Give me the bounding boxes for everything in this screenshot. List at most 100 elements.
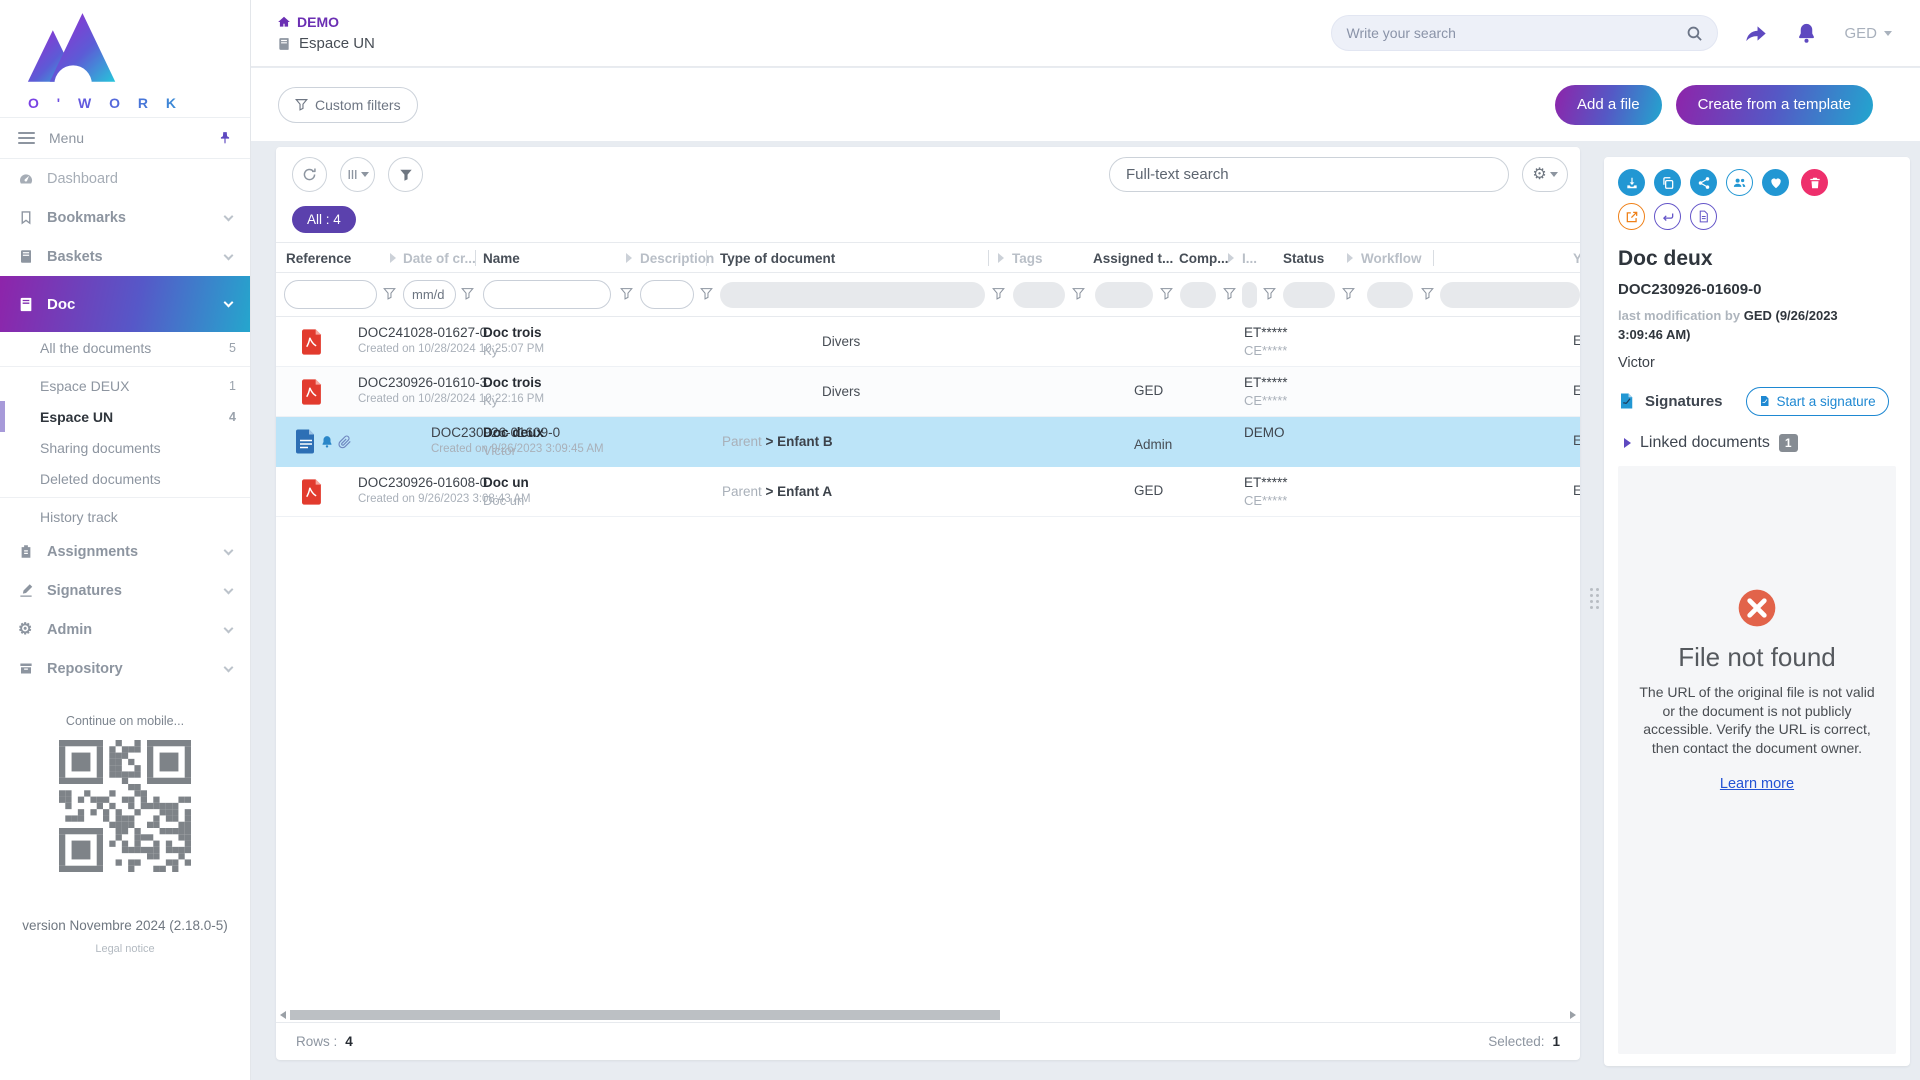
sidebar-item-bookmarks[interactable]: Bookmarks: [0, 198, 250, 237]
panel-resize-handle[interactable]: [1590, 588, 1599, 609]
expand-arrow-icon[interactable]: [626, 253, 632, 263]
sidebar-item-espace-un[interactable]: Espace UN 4: [0, 401, 250, 432]
scroll-left-arrow[interactable]: [280, 1011, 286, 1019]
sidebar-item-repository[interactable]: Repository: [0, 649, 250, 688]
column-header-assigned[interactable]: Assigned t...: [1093, 251, 1173, 266]
add-file-button[interactable]: Add a file: [1555, 85, 1662, 125]
table-toolbar: ⚙: [276, 147, 1580, 200]
column-header-name[interactable]: Name: [483, 251, 520, 266]
expand-arrow-icon[interactable]: [1347, 253, 1353, 263]
custom-filters-button[interactable]: Custom filters: [278, 87, 418, 123]
funnel-icon[interactable]: [1263, 287, 1276, 305]
sidebar-item-espace-deux[interactable]: Espace DEUX 1: [0, 370, 250, 401]
filter-workflow-select[interactable]: [1367, 282, 1413, 308]
copy-button[interactable]: [1654, 169, 1681, 196]
sidebar-item-sharing-documents[interactable]: Sharing documents: [0, 432, 250, 463]
filter-i-select[interactable]: [1242, 282, 1257, 308]
favorite-heart-button[interactable]: [1762, 169, 1789, 196]
column-header-i[interactable]: I...: [1242, 251, 1257, 266]
dashboard-icon: [18, 171, 34, 187]
funnel-icon[interactable]: [383, 287, 396, 305]
funnel-icon[interactable]: [1160, 287, 1173, 305]
signature-icon: [18, 583, 34, 598]
column-header-status[interactable]: Status: [1283, 251, 1324, 266]
funnel-icon[interactable]: [1342, 287, 1355, 305]
sidebar-item-history-track[interactable]: History track: [0, 501, 250, 532]
column-header-y[interactable]: Y: [1573, 251, 1580, 266]
sidebar-item-baskets[interactable]: Baskets: [0, 237, 250, 276]
learn-more-link[interactable]: Learn more: [1720, 776, 1794, 792]
document-properties-button[interactable]: [1690, 203, 1717, 230]
global-search-input[interactable]: [1346, 25, 1686, 41]
filter-company-select[interactable]: [1180, 282, 1216, 308]
filter-tags-select[interactable]: [1013, 282, 1065, 308]
hamburger-icon[interactable]: [18, 132, 35, 144]
sidebar-item-assignments[interactable]: Assignments: [0, 532, 250, 571]
delete-button[interactable]: [1801, 169, 1828, 196]
filter-description-input[interactable]: [640, 280, 694, 309]
tab-all[interactable]: All : 4: [292, 206, 356, 233]
type-cell: Parent > Enfant A: [722, 483, 832, 501]
funnel-icon[interactable]: [992, 287, 1005, 305]
column-header-company[interactable]: Comp...: [1179, 251, 1229, 266]
sidebar-item-admin[interactable]: ⚙ Admin: [0, 610, 250, 649]
filter-y-select[interactable]: [1440, 282, 1580, 308]
download-button[interactable]: [1618, 169, 1645, 196]
funnel-icon[interactable]: [620, 287, 633, 305]
pdf-file-icon: [302, 379, 323, 405]
filter-reference-input[interactable]: [284, 280, 377, 309]
funnel-icon[interactable]: [461, 287, 474, 305]
column-header-tags[interactable]: Tags: [1012, 251, 1043, 266]
refresh-button[interactable]: [292, 157, 327, 192]
filter-type-select[interactable]: [720, 282, 985, 308]
column-header-type[interactable]: Type of document: [720, 251, 835, 266]
filter-status-select[interactable]: [1283, 282, 1335, 308]
horizontal-scrollbar[interactable]: [278, 1008, 1578, 1022]
columns-button[interactable]: [340, 157, 375, 192]
breadcrumb-root[interactable]: DEMO: [277, 14, 375, 30]
table-row-selected[interactable]: DOC230926-01609-0 Created on 9/26/2023 3…: [276, 417, 1580, 467]
share-button[interactable]: [1690, 169, 1717, 196]
start-signature-button[interactable]: Start a signature: [1746, 387, 1889, 416]
filter-assigned-select[interactable]: [1095, 282, 1153, 308]
expand-arrow-icon[interactable]: [998, 253, 1004, 263]
fulltext-search-input[interactable]: [1126, 166, 1492, 183]
scroll-right-arrow[interactable]: [1570, 1011, 1576, 1019]
refresh-icon: [302, 167, 317, 182]
filter-name-input[interactable]: [483, 280, 611, 309]
filter-date-input[interactable]: mm/d: [403, 280, 456, 309]
expand-arrow-icon[interactable]: [390, 253, 396, 263]
funnel-icon[interactable]: [1072, 287, 1085, 305]
table-row[interactable]: DOC230926-01608-0 Created on 9/26/2023 3…: [276, 467, 1580, 517]
column-header-date[interactable]: Date of cr...: [403, 251, 476, 266]
open-external-button[interactable]: [1618, 203, 1645, 230]
sidebar-item-signatures[interactable]: Signatures: [0, 571, 250, 610]
linked-documents-toggle[interactable]: Linked documents 1: [1618, 434, 1896, 452]
table-row[interactable]: DOC241028-01627-0 Created on 10/28/2024 …: [276, 317, 1580, 367]
rows-label: Rows :: [296, 1034, 337, 1049]
expand-arrow-icon[interactable]: [1228, 253, 1234, 263]
sidebar-item-doc[interactable]: Doc: [0, 276, 250, 332]
user-menu[interactable]: GED: [1844, 25, 1892, 42]
share-forward-icon[interactable]: [1744, 21, 1769, 46]
sidebar-item-all-documents[interactable]: All the documents 5: [0, 332, 250, 363]
scrollbar-thumb[interactable]: [290, 1010, 1000, 1020]
sidebar-item-deleted-documents[interactable]: Deleted documents: [0, 463, 250, 494]
notifications-bell-icon[interactable]: [1795, 22, 1818, 45]
column-header-description[interactable]: Description: [640, 251, 714, 266]
sidebar-item-dashboard[interactable]: Dashboard: [0, 159, 250, 198]
permissions-users-button[interactable]: [1726, 169, 1753, 196]
funnel-icon[interactable]: [1421, 287, 1434, 305]
filter-button[interactable]: [388, 157, 423, 192]
table-settings-button[interactable]: ⚙: [1522, 157, 1568, 192]
column-header-workflow[interactable]: Workflow: [1361, 251, 1422, 266]
funnel-icon[interactable]: [700, 287, 713, 305]
column-header-reference[interactable]: Reference: [286, 251, 351, 266]
create-template-button[interactable]: Create from a template: [1676, 85, 1873, 125]
pin-icon[interactable]: [218, 131, 232, 145]
return-button[interactable]: [1654, 203, 1681, 230]
legal-notice-link[interactable]: Legal notice: [0, 943, 250, 955]
table-row[interactable]: DOC230926-01610-3 Created on 10/28/2024 …: [276, 367, 1580, 417]
search-icon[interactable]: [1686, 25, 1703, 42]
funnel-icon[interactable]: [1223, 287, 1236, 305]
